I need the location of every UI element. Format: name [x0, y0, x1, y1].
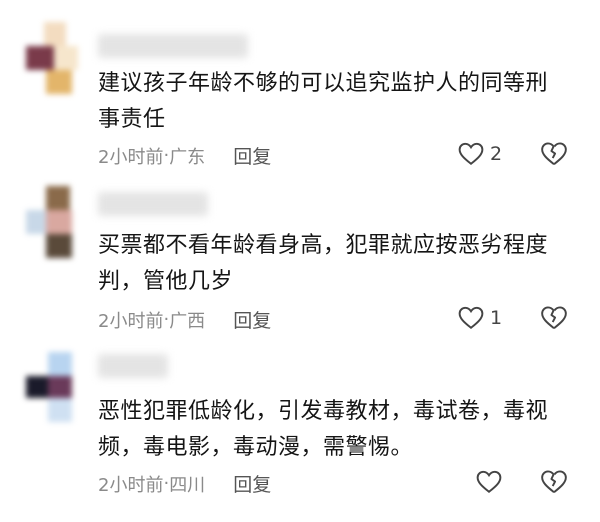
- like-count: 1: [490, 307, 503, 329]
- comment-text: 建议孩子年龄不够的可以追究监护人的同等刑事责任: [98, 71, 549, 132]
- reply-button[interactable]: 回复: [233, 470, 271, 497]
- avatar-block: [26, 46, 54, 70]
- avatar-block: [46, 210, 72, 234]
- avatar[interactable]: [26, 186, 78, 258]
- comment-location: 四川: [169, 474, 206, 496]
- comment-meta: 2小时前 · 四川 回复: [98, 470, 271, 497]
- comment-meta: 2小时前 · 广东 回复: [98, 142, 271, 169]
- avatar-block: [48, 352, 72, 376]
- avatar-block: [48, 398, 72, 422]
- avatar-block: [44, 22, 66, 46]
- heart-icon: [458, 306, 484, 329]
- broken-heart-icon: [541, 306, 567, 329]
- avatar-block: [46, 186, 70, 210]
- comment-text: 买票都不看年龄看身高，犯罪就应按恶劣程度判，管他几岁: [98, 233, 549, 294]
- comment-text: 恶性犯罪低龄化，引发毒教材，毒试卷，毒视频，毒电影，毒动漫，需警惕。: [98, 399, 549, 460]
- author-name-blurred[interactable]: [98, 34, 248, 58]
- broken-heart-icon: [541, 470, 567, 493]
- comment-time: 2小时前: [98, 474, 164, 496]
- avatar-block: [46, 70, 72, 94]
- broken-heart-icon: [541, 142, 567, 165]
- like-button[interactable]: 2: [458, 142, 502, 166]
- reply-button[interactable]: 回复: [233, 306, 271, 333]
- avatar-block: [26, 376, 48, 398]
- author-name-blurred[interactable]: [98, 192, 208, 216]
- avatar-block: [54, 46, 78, 70]
- avatar-block: [48, 376, 72, 398]
- comment-time: 2小时前: [98, 310, 164, 332]
- dislike-button[interactable]: [540, 141, 568, 171]
- author-name-blurred[interactable]: [98, 354, 168, 378]
- avatar[interactable]: [26, 22, 78, 94]
- like-button[interactable]: [476, 470, 508, 494]
- avatar-block: [26, 210, 46, 234]
- cut-off-header: ·: [300, 0, 306, 10]
- heart-icon: [458, 142, 484, 165]
- like-button[interactable]: 1: [458, 306, 502, 330]
- dislike-button[interactable]: [540, 469, 568, 499]
- comment-location: 广东: [169, 146, 206, 168]
- comment-meta: 2小时前 · 广西 回复: [98, 306, 271, 333]
- heart-icon: [476, 470, 502, 493]
- comment-location: 广西: [169, 310, 206, 332]
- avatar-block: [46, 234, 72, 258]
- comment-time: 2小时前: [98, 146, 164, 168]
- avatar[interactable]: [26, 352, 78, 424]
- reply-button[interactable]: 回复: [233, 142, 271, 169]
- dislike-button[interactable]: [540, 305, 568, 335]
- like-count: 2: [490, 143, 503, 165]
